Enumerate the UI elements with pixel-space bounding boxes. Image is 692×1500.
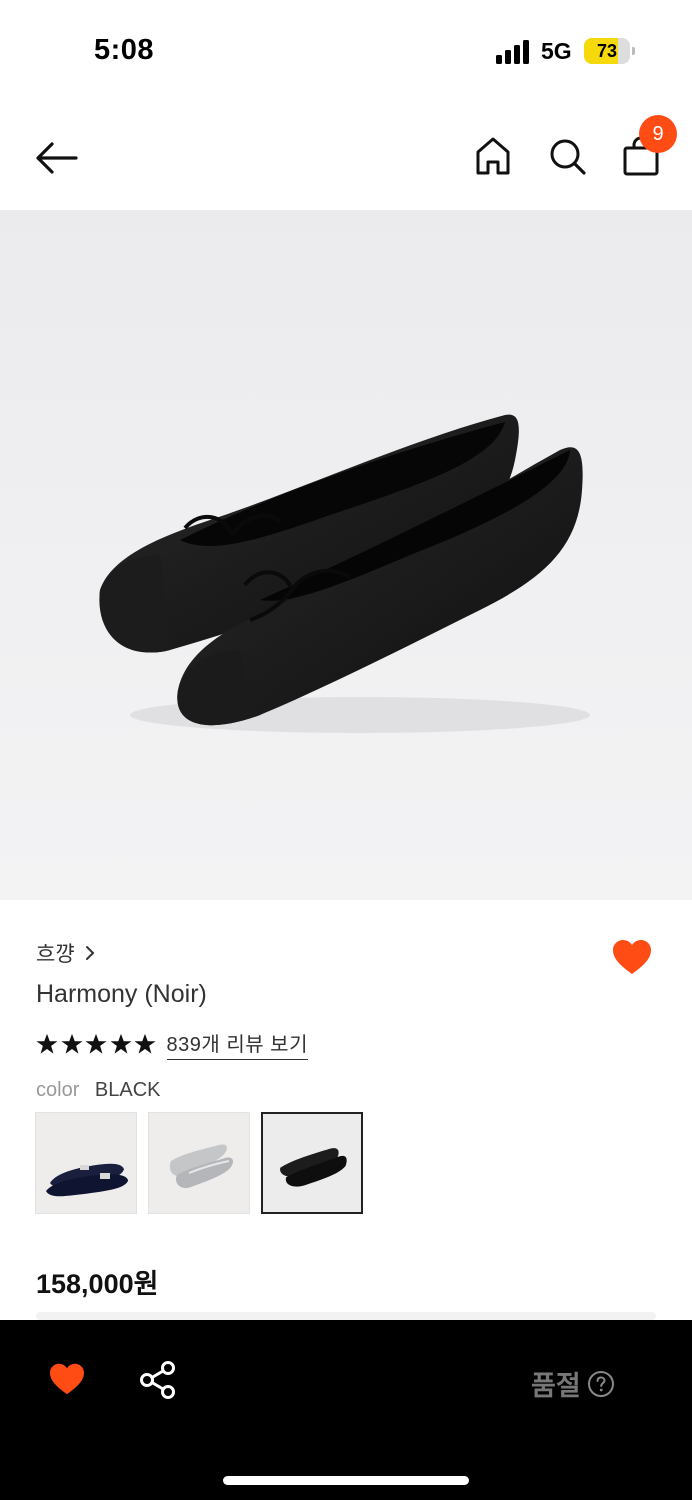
price: 158,000원	[36, 1269, 159, 1299]
star-icon	[60, 1033, 83, 1054]
star-icon	[36, 1033, 58, 1054]
question-circle-icon[interactable]	[587, 1370, 615, 1398]
rating-row: 839개 리뷰 보기	[36, 1028, 308, 1060]
home-icon[interactable]	[472, 134, 514, 178]
color-label: color	[36, 1079, 80, 1101]
signal-icon	[496, 40, 529, 64]
share-icon[interactable]	[138, 1360, 178, 1400]
swatch-navy[interactable]	[35, 1112, 137, 1214]
shoe-illustration	[99, 414, 590, 733]
top-nav	[0, 100, 692, 210]
brand-name: 흐꺙	[36, 943, 75, 966]
cart-count-badge: 9	[639, 115, 677, 153]
star-icon	[85, 1033, 107, 1054]
color-row: color BLACK	[36, 1079, 161, 1102]
swatch-silver[interactable]	[148, 1112, 250, 1214]
swatch-black[interactable]	[261, 1112, 363, 1214]
section-divider	[36, 1312, 656, 1320]
battery-icon: 73	[584, 38, 635, 64]
soldout-status: 품절	[531, 1364, 615, 1403]
bottom-action-bar	[0, 1320, 692, 1500]
swatch-black-image	[280, 1148, 347, 1187]
network-type: 5G	[541, 38, 572, 64]
soldout-label: 품절	[531, 1371, 581, 1401]
status-bar: 5:08 5G 73	[0, 0, 692, 100]
wishlist-heart-icon[interactable]	[611, 938, 653, 976]
review-link[interactable]: 839개 리뷰 보기	[166, 1028, 308, 1060]
home-indicator	[223, 1476, 469, 1485]
heart-icon[interactable]	[48, 1362, 86, 1396]
color-value: BLACK	[94, 1079, 161, 1101]
star-rating	[36, 1033, 159, 1055]
status-time: 5:08	[94, 34, 155, 66]
swatch-navy-image	[46, 1163, 128, 1197]
swatch-silver-image	[169, 1144, 233, 1189]
product-title: Harmony (Noir)	[36, 980, 207, 1008]
product-image[interactable]	[0, 210, 692, 900]
battery-percent: 73	[596, 41, 618, 61]
chevron-right-icon	[85, 946, 95, 960]
search-icon[interactable]	[546, 134, 588, 178]
back-arrow-icon[interactable]	[32, 138, 80, 178]
color-swatches	[35, 1112, 374, 1214]
star-icon	[109, 1033, 132, 1054]
star-icon	[134, 1033, 156, 1054]
brand-link[interactable]: 흐꺙	[36, 938, 95, 968]
